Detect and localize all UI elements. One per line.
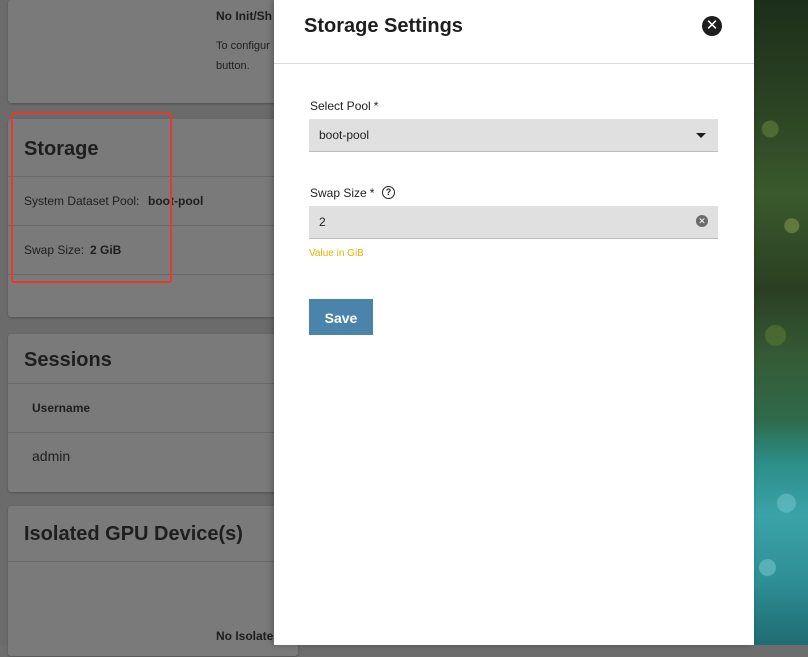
desktop-wallpaper xyxy=(754,0,808,645)
init-shutdown-heading: No Init/Sh xyxy=(216,9,272,23)
select-pool-dropdown[interactable]: boot-pool xyxy=(309,119,718,152)
isolated-gpu-card: Isolated GPU Device(s) No Isolate xyxy=(8,506,298,656)
help-icon[interactable]: ? xyxy=(382,186,395,199)
gpu-empty-text: No Isolate xyxy=(216,629,274,643)
storage-highlight-box xyxy=(11,112,172,283)
select-pool-label: Select Pool * xyxy=(310,99,378,113)
save-button[interactable]: Save xyxy=(309,299,373,335)
sessions-card: Sessions Username admin xyxy=(8,334,298,492)
required-mark: * xyxy=(373,99,379,113)
init-shutdown-text-line1: To configur xyxy=(216,40,270,52)
swap-size-label-text: Swap Size xyxy=(310,186,367,200)
swap-size-input-value: 2 xyxy=(319,215,326,229)
gpu-body-row: No Isolate xyxy=(8,561,298,657)
isolated-gpu-card-title: Isolated GPU Device(s) xyxy=(24,523,243,545)
sessions-card-title: Sessions xyxy=(24,349,112,371)
init-shutdown-text-line2: button. xyxy=(216,60,250,72)
init-shutdown-card: No Init/Sh To configur button. xyxy=(8,0,298,103)
swap-size-hint: Value in GiB xyxy=(309,248,364,259)
select-pool-label-text: Select Pool xyxy=(310,99,371,113)
session-username: admin xyxy=(32,448,71,464)
storage-settings-panel: Storage Settings ✕ Select Pool * boot-poo… xyxy=(274,0,754,645)
required-mark: * xyxy=(369,186,375,200)
panel-title: Storage Settings xyxy=(304,15,463,37)
swap-size-input[interactable]: 2 ✕ xyxy=(309,206,718,239)
clear-icon[interactable]: ✕ xyxy=(696,215,708,227)
panel-header: Storage Settings ✕ xyxy=(274,0,754,64)
select-pool-value: boot-pool xyxy=(319,128,370,142)
close-icon[interactable]: ✕ xyxy=(702,16,722,36)
chevron-down-icon xyxy=(696,133,706,138)
username-column-header: Username xyxy=(32,401,91,415)
table-row: admin xyxy=(8,432,298,481)
swap-size-field-label: Swap Size * xyxy=(310,186,374,200)
sessions-header-row: Username xyxy=(8,383,298,432)
